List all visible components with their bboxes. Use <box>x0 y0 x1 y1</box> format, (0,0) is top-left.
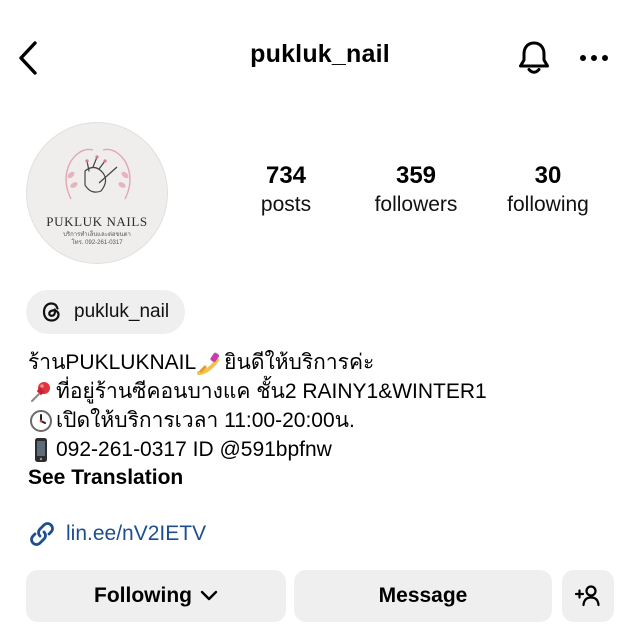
threads-badge[interactable]: pukluk_nail <box>26 290 186 334</box>
bio-line-1-text: ร้านPUKLUKNAIL <box>28 351 197 374</box>
profile-bio: ร้านPUKLUKNAIL ยินดีให้บริการค่ะ ที่อยู่… <box>28 348 628 464</box>
mobile-phone-icon <box>28 437 54 463</box>
chevron-down-icon <box>200 590 218 601</box>
bio-line-1: ร้านPUKLUKNAIL ยินดีให้บริการค่ะ <box>28 348 628 377</box>
followers-label: followers <box>374 193 458 216</box>
message-button-label: Message <box>378 584 468 607</box>
pushpin-icon <box>28 379 54 405</box>
add-person-icon <box>574 585 600 607</box>
nail-polish-icon <box>196 350 222 376</box>
bio-line-4-text: 092-261-0317 ID @591bpfnw <box>56 438 332 461</box>
bio-line-1-suffix: ยินดีให้บริการค่ะ <box>224 351 375 374</box>
see-translation-link[interactable]: See Translation <box>28 466 183 490</box>
threads-icon <box>42 302 60 322</box>
following-stat[interactable]: 30 following <box>496 162 600 220</box>
posts-stat[interactable]: 734 posts <box>246 162 326 220</box>
following-count: 30 <box>534 162 562 189</box>
profile-avatar[interactable]: PUKLUK NAILS บริการทำเล็บและต่อขนตา โทร.… <box>26 122 168 264</box>
profile-link-text: lin.ee/nV2IETV <box>66 522 207 545</box>
more-icon <box>580 55 608 61</box>
bell-icon <box>519 41 549 74</box>
suggested-people-button[interactable] <box>562 570 614 622</box>
bio-line-3-text: เปิดให้บริการเวลา 11:00-20:00น. <box>56 409 355 432</box>
bio-line-2: ที่อยู่ร้านซีคอนบางแค ชั้น2 RAINY1&WINTE… <box>28 377 628 406</box>
followers-stat[interactable]: 359 followers <box>364 162 468 220</box>
posts-count: 734 <box>265 162 307 189</box>
nail-logo-icon <box>65 148 131 200</box>
bio-line-2-text: ที่อยู่ร้านซีคอนบางแค ชั้น2 RAINY1&WINTE… <box>56 380 487 403</box>
threads-handle: pukluk_nail <box>74 301 170 322</box>
bio-line-3: เปิดให้บริการเวลา 11:00-20:00น. <box>28 406 628 435</box>
avatar-brand-text: PUKLUK NAILS <box>46 214 148 229</box>
bio-line-4: 092-261-0317 ID @591bpfnw <box>28 435 628 464</box>
following-button[interactable]: Following <box>26 570 286 622</box>
top-bar: pukluk_nail <box>0 0 640 116</box>
notifications-button[interactable] <box>514 38 554 78</box>
posts-label: posts <box>260 193 312 216</box>
clock-icon <box>28 408 54 434</box>
avatar-phone: โทร. 092-261-0317 <box>71 240 123 246</box>
link-icon <box>30 522 54 546</box>
following-button-label: Following <box>94 584 192 607</box>
profile-link[interactable]: lin.ee/nV2IETV <box>28 520 206 548</box>
followers-count: 359 <box>395 162 437 189</box>
message-button[interactable]: Message <box>294 570 552 622</box>
more-options-button[interactable] <box>576 38 612 78</box>
following-label: following <box>507 193 589 216</box>
